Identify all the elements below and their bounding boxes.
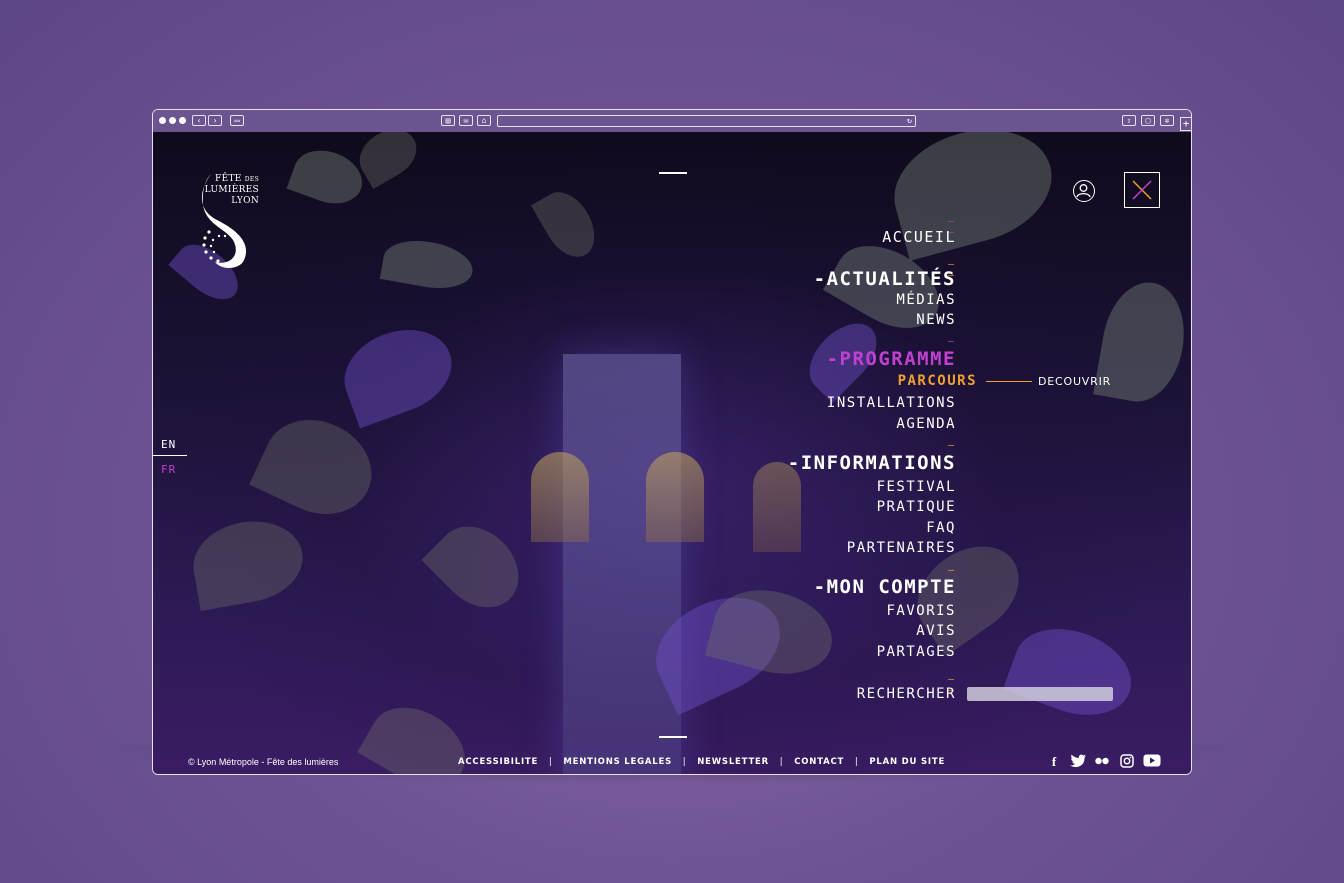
scroll-up-indicator[interactable] (659, 172, 687, 174)
scroll-down-indicator[interactable] (659, 736, 687, 738)
menu-item-partenaires[interactable]: PARTENAIRES (847, 540, 956, 556)
menu-item-avis[interactable]: AVIS (916, 623, 956, 639)
menu-section-informations[interactable]: -INFORMATIONS (788, 452, 956, 474)
instagram-icon[interactable] (1119, 754, 1135, 770)
menu-item-parcours[interactable]: PARCOURS (898, 373, 977, 389)
forward-button[interactable]: › (208, 115, 222, 126)
twitter-icon[interactable] (1070, 754, 1086, 770)
footer-link-accessibilite[interactable]: ACCESSIBILITE (458, 757, 538, 767)
youtube-icon[interactable] (1143, 754, 1161, 770)
page-content: FÊTE DES LUMIÈRES LYON EN FR — — ACCUEIL… (153, 132, 1191, 774)
menu-item-faq[interactable]: FAQ (926, 520, 956, 536)
menu-item-partages[interactable]: PARTAGES (877, 644, 956, 660)
menu-section-programme[interactable]: -PROGRAMME (827, 348, 956, 370)
tabs-button[interactable]: ▢ (1141, 115, 1155, 126)
arched-window-image (753, 462, 801, 552)
footer-separator: | (682, 757, 687, 767)
close-menu-button[interactable] (1124, 172, 1160, 208)
footer-link-newsletter[interactable]: NEWSLETTER (697, 757, 769, 767)
menu-item-favoris[interactable]: FAVORIS (886, 603, 956, 619)
settings-button[interactable]: ✲ (1160, 115, 1174, 126)
mail-button[interactable]: ✉ (459, 115, 473, 126)
leaf-decoration (531, 182, 605, 267)
browser-window: ‹ › ▭ ▤ ✉ ⌂ ↻ ⇧ ▢ ✲ + FÊTE DES LUMIÈRES … (152, 109, 1192, 775)
leaf-decoration (1002, 613, 1144, 731)
footer-separator: | (779, 757, 784, 767)
menu-item-installations[interactable]: INSTALLATIONS (827, 395, 956, 411)
home-button[interactable]: ⌂ (477, 115, 491, 126)
arched-window-image (646, 452, 704, 542)
leaf-decoration (379, 234, 477, 295)
browser-toolbar: ‹ › ▭ ▤ ✉ ⌂ ↻ ⇧ ▢ ✲ + (153, 110, 1191, 133)
logo-text-des: DES (244, 176, 259, 183)
search-input[interactable] (967, 687, 1113, 701)
window-close-dot[interactable] (159, 117, 166, 124)
menu-item-pratique[interactable]: PRATIQUE (877, 499, 956, 515)
menu-item-agenda[interactable]: AGENDA (896, 416, 956, 432)
footer-separator: | (548, 757, 553, 767)
footer-link-mentions-legales[interactable]: MENTIONS LEGALES (563, 757, 672, 767)
arched-window-image (531, 452, 589, 542)
leaf-decoration (186, 513, 310, 611)
language-fr[interactable]: FR (161, 463, 176, 476)
window-minimize-dot[interactable] (169, 117, 176, 124)
back-button[interactable]: ‹ (192, 115, 206, 126)
leaf-decoration (1093, 275, 1191, 409)
user-icon (1076, 184, 1091, 198)
footer-links: ACCESSIBILITE | MENTIONS LEGALES | NEWSL… (458, 757, 945, 767)
search-label: RECHERCHER (856, 686, 956, 702)
menu-item-news[interactable]: NEWS (916, 312, 956, 328)
menu-item-medias[interactable]: MÉDIAS (896, 292, 956, 308)
new-tab-button[interactable]: + (1180, 117, 1191, 131)
address-bar[interactable]: ↻ (497, 115, 916, 127)
footer: © Lyon Métropole - Fête des lumières ACC… (153, 752, 1191, 774)
footer-link-plan-du-site[interactable]: PLAN DU SITE (869, 757, 945, 767)
menu-item-accueil[interactable]: ACCUEIL (882, 228, 956, 246)
menu-item-festival[interactable]: FESTIVAL (877, 479, 956, 495)
logo-text-lumieres: LUMIÈRES (204, 185, 259, 195)
footer-link-contact[interactable]: CONTACT (794, 757, 844, 767)
share-button[interactable]: ⇧ (1122, 115, 1136, 126)
leaf-decoration (332, 315, 464, 429)
leaf-decoration (286, 141, 370, 213)
user-account-button[interactable] (1073, 180, 1095, 202)
decouvrir-link[interactable]: DECOUVRIR (1038, 375, 1111, 388)
reload-icon[interactable]: ↻ (907, 116, 912, 126)
print-button[interactable]: ▤ (441, 115, 455, 126)
close-icon (1132, 180, 1152, 200)
decouvrir-connector-line (986, 381, 1032, 382)
sidebar-toggle-button[interactable]: ▭ (230, 115, 244, 126)
menu-section-actualites[interactable]: -ACTUALITÉS (814, 268, 956, 290)
flickr-icon[interactable] (1094, 754, 1110, 770)
footer-separator: | (854, 757, 859, 767)
logo-text-lyon: LYON (231, 196, 259, 206)
leaf-decoration (421, 510, 535, 624)
facebook-icon[interactable]: f (1046, 754, 1062, 770)
language-en[interactable]: EN (161, 438, 176, 451)
logo-text-fete: FÊTE (215, 174, 242, 184)
window-maximize-dot[interactable] (179, 117, 186, 124)
copyright-text: © Lyon Métropole - Fête des lumières (188, 757, 339, 767)
language-divider (153, 455, 187, 456)
illuminated-pillar-image (563, 354, 681, 774)
fete-des-lumieres-logo[interactable]: FÊTE DES LUMIÈRES LYON (197, 170, 259, 274)
menu-section-mon-compte[interactable]: -MON COMPTE (814, 576, 956, 598)
